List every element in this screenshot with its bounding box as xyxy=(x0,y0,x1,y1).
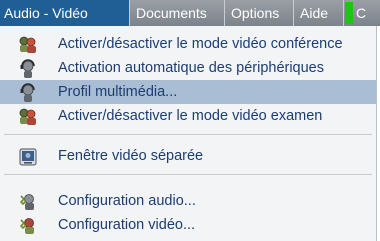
menu-item-label: Activer/désactiver le mode vidéo examen xyxy=(58,108,323,124)
users-video-icon xyxy=(19,36,36,53)
video-window-icon xyxy=(19,148,37,166)
menu-bar: Audio - Vidéo Documents Options Aide C xyxy=(0,0,380,26)
menu-item-label: Profil multimédia... xyxy=(58,84,178,100)
menu-item-toggle-video-conference[interactable]: Activer/désactiver le mode vidéo confére… xyxy=(0,32,376,56)
menu-tab-documents[interactable]: Documents xyxy=(130,0,225,26)
headset-user-icon xyxy=(20,83,35,102)
menu-tab-aide[interactable]: Aide xyxy=(294,0,344,26)
menu-tab-audio-video[interactable]: Audio - Vidéo xyxy=(0,0,130,26)
menu-tab-overflow[interactable]: C xyxy=(354,0,366,26)
menu-item-multimedia-profile[interactable]: Profil multimédia... xyxy=(0,80,376,104)
menu-tab-accent-marker xyxy=(345,2,353,24)
audio-config-icon xyxy=(19,194,34,210)
menu-item-label: Configuration audio... xyxy=(58,193,196,209)
video-config-icon xyxy=(19,218,34,234)
menu-item-separate-video-window[interactable]: Fenêtre vidéo séparée xyxy=(0,144,376,168)
menu-item-audio-configuration[interactable]: Configuration audio... xyxy=(0,189,376,213)
menu-item-label: Configuration vidéo... xyxy=(58,217,196,233)
menu-tab-options[interactable]: Options xyxy=(225,0,294,26)
menu-item-label: Fenêtre vidéo séparée xyxy=(58,148,204,164)
menu-separator xyxy=(4,174,372,175)
menu-separator xyxy=(4,134,372,135)
menu-item-video-configuration[interactable]: Configuration vidéo... xyxy=(0,213,376,237)
menu-item-label: Activer/désactiver le mode vidéo confére… xyxy=(58,36,343,52)
audio-video-dropdown-menu: Activer/désactiver le mode vidéo confére… xyxy=(0,26,377,241)
menu-item-toggle-video-exam[interactable]: Activer/désactiver le mode vidéo examen xyxy=(0,104,376,128)
headset-user-icon xyxy=(20,59,35,78)
users-video-icon xyxy=(19,108,36,125)
menu-item-label: Activation automatique des périphériques xyxy=(58,60,324,76)
menu-item-auto-activate-devices[interactable]: Activation automatique des périphériques xyxy=(0,56,376,80)
